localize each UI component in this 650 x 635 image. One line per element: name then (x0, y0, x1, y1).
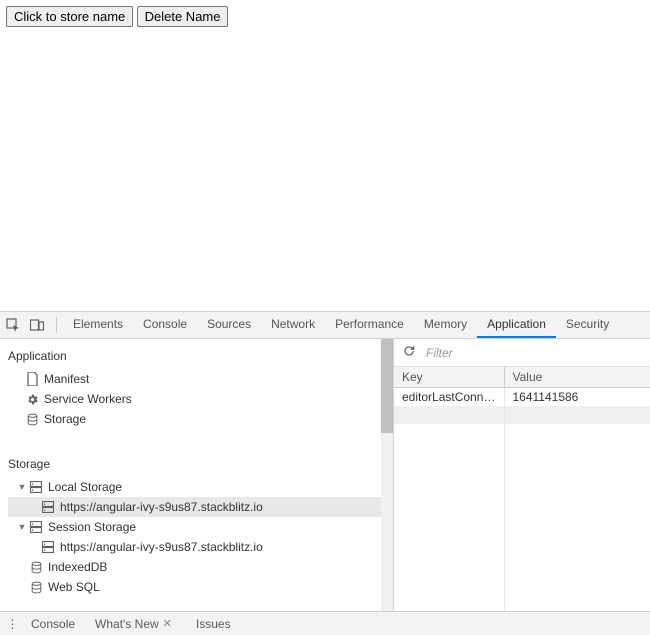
chevron-down-icon: ▼ (16, 522, 28, 532)
sidebar-item-label: https://angular-ivy-s9us87.stackblitz.io (60, 500, 263, 514)
cell-value[interactable] (504, 406, 650, 424)
drawer-tab-whats-new[interactable]: What's New ✕ (86, 612, 185, 635)
application-sidebar: Application Manifest Service Workers Sto… (0, 339, 394, 611)
storage-icon (28, 521, 44, 533)
sidebar-item-local-storage-origin[interactable]: https://angular-ivy-s9us87.stackblitz.io (8, 497, 393, 517)
sidebar-item-indexeddb[interactable]: IndexedDB (8, 557, 393, 577)
sidebar-item-label: Manifest (44, 372, 89, 386)
refresh-icon[interactable] (402, 344, 416, 361)
store-name-button[interactable]: Click to store name (6, 6, 133, 27)
sidebar-item-label: https://angular-ivy-s9us87.stackblitz.io (60, 540, 263, 554)
filter-input[interactable] (424, 345, 642, 361)
manifest-icon (24, 372, 40, 386)
storage-table-body (394, 424, 650, 611)
cell-key[interactable] (394, 406, 504, 424)
sidebar-item-session-storage-origin[interactable]: https://angular-ivy-s9us87.stackblitz.io (8, 537, 393, 557)
tab-network[interactable]: Network (261, 312, 325, 338)
chevron-down-icon: ▼ (16, 482, 28, 492)
column-header-key[interactable]: Key (394, 367, 504, 388)
devtools-tabs: Elements Console Sources Network Perform… (63, 312, 619, 338)
device-toolbar-icon[interactable] (30, 318, 44, 332)
tab-sources[interactable]: Sources (197, 312, 261, 338)
tab-performance[interactable]: Performance (325, 312, 414, 338)
sidebar-item-session-storage[interactable]: ▼ Session Storage (8, 517, 393, 537)
devtools-drawer: ⋮ Console What's New ✕ Issues (0, 611, 650, 635)
tab-console[interactable]: Console (133, 312, 197, 338)
table-row-empty[interactable] (394, 406, 650, 424)
tab-memory[interactable]: Memory (414, 312, 477, 338)
cell-value[interactable]: 1641141586 (504, 388, 650, 407)
gear-icon (24, 393, 40, 406)
inspect-element-icon[interactable] (6, 318, 20, 332)
column-header-value[interactable]: Value (504, 367, 650, 388)
storage-viewer: Key Value editorLastConnec... 1641141586 (394, 339, 650, 611)
sidebar-item-label: Local Storage (48, 480, 122, 494)
column-divider[interactable] (504, 424, 505, 611)
storage-icon (40, 501, 56, 513)
sidebar-item-label: Web SQL (48, 580, 100, 594)
sidebar-scrollbar-thumb[interactable] (381, 339, 393, 433)
database-icon (24, 413, 40, 426)
storage-table: Key Value editorLastConnec... 1641141586 (394, 367, 650, 424)
sidebar-item-manifest[interactable]: Manifest (8, 369, 393, 389)
database-icon (28, 561, 44, 574)
section-title-storage: Storage (0, 447, 393, 477)
drawer-tab-issues[interactable]: Issues (187, 612, 240, 635)
sidebar-item-label: Session Storage (48, 520, 136, 534)
tab-security[interactable]: Security (556, 312, 619, 338)
sidebar-item-label: Service Workers (44, 392, 132, 406)
sidebar-item-label: Storage (44, 412, 86, 426)
storage-toolbar (394, 339, 650, 367)
drawer-tab-console[interactable]: Console (22, 612, 84, 635)
sidebar-item-local-storage[interactable]: ▼ Local Storage (8, 477, 393, 497)
sidebar-item-storage[interactable]: Storage (8, 409, 393, 429)
kebab-menu-icon[interactable]: ⋮ (6, 617, 20, 631)
tab-application[interactable]: Application (477, 312, 556, 338)
table-row[interactable]: editorLastConnec... 1641141586 (394, 388, 650, 407)
separator (56, 317, 57, 333)
app-viewport: Click to store name Delete Name (0, 0, 650, 312)
storage-icon (28, 481, 44, 493)
devtools-tab-bar: Elements Console Sources Network Perform… (0, 312, 650, 339)
tab-elements[interactable]: Elements (63, 312, 133, 338)
cell-key[interactable]: editorLastConnec... (394, 388, 504, 407)
devtools-body: Application Manifest Service Workers Sto… (0, 339, 650, 611)
sidebar-item-label: IndexedDB (48, 560, 107, 574)
section-title-application: Application (0, 339, 393, 369)
sidebar-item-service-workers[interactable]: Service Workers (8, 389, 393, 409)
storage-icon (40, 541, 56, 553)
database-icon (28, 581, 44, 594)
delete-name-button[interactable]: Delete Name (137, 6, 229, 27)
sidebar-item-websql[interactable]: Web SQL (8, 577, 393, 597)
close-icon[interactable]: ✕ (159, 617, 176, 630)
drawer-tab-label: What's New (95, 617, 159, 631)
